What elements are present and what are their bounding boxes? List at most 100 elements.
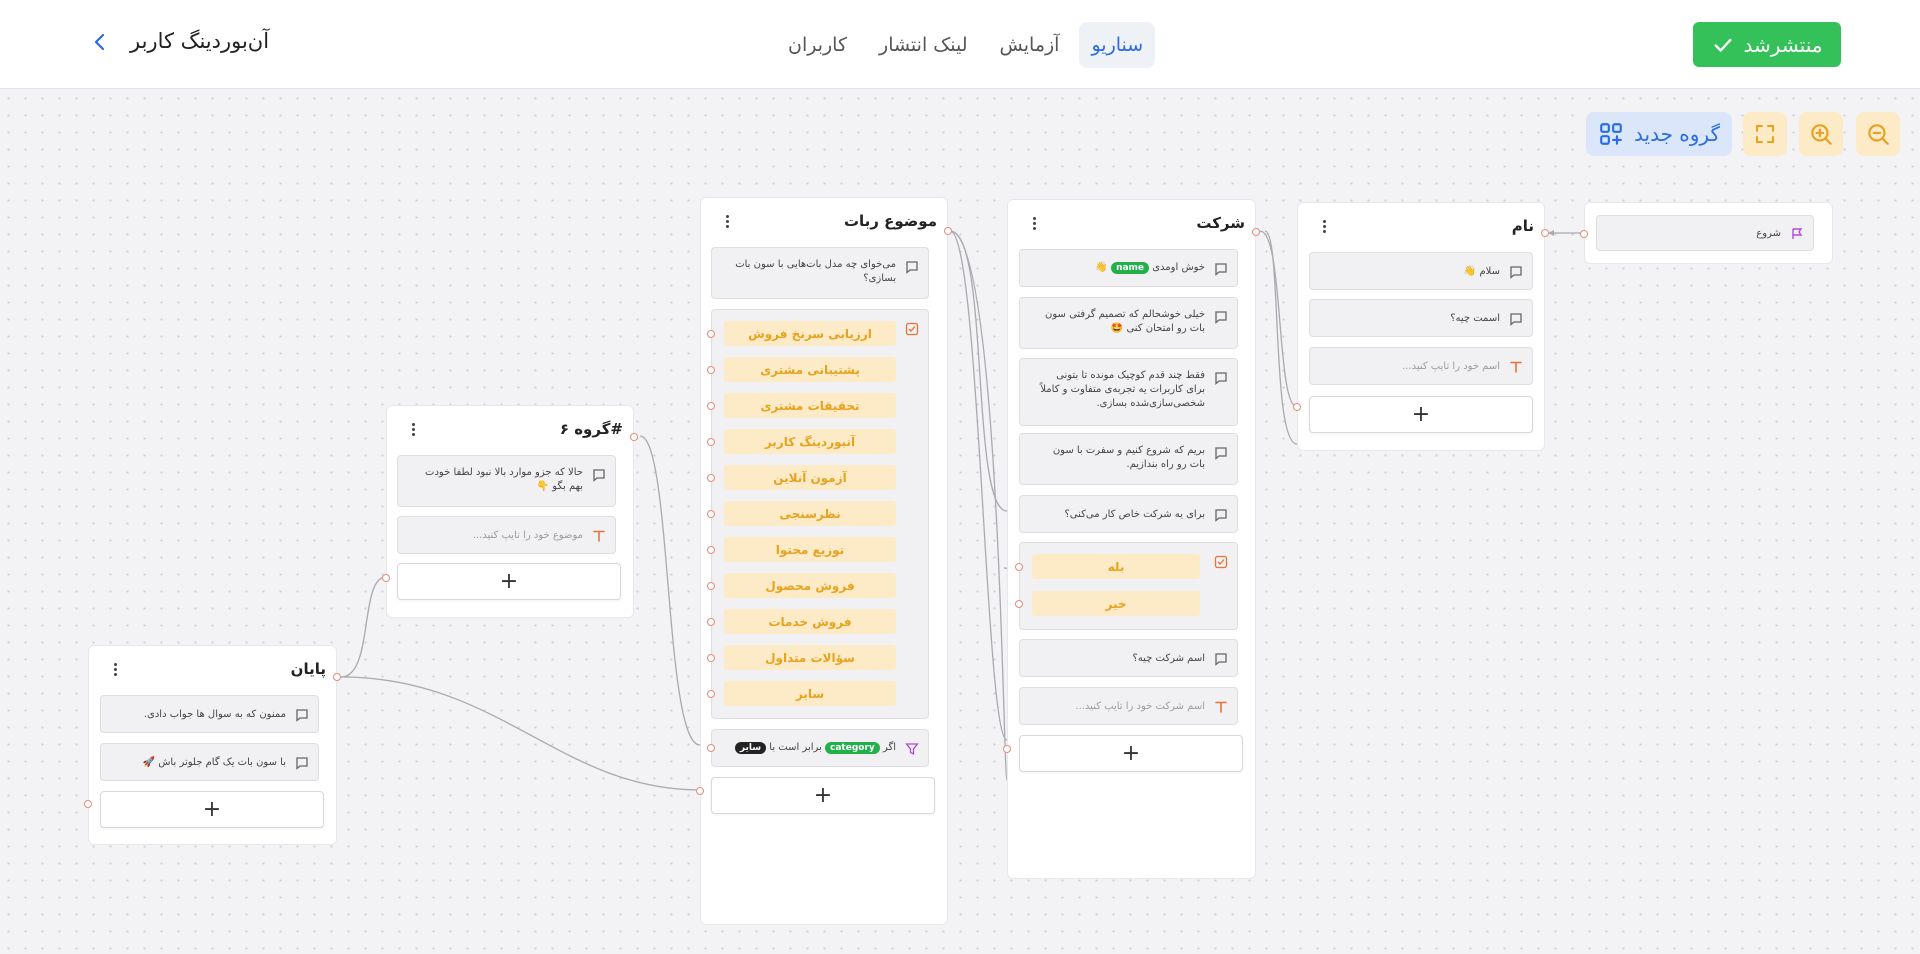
message-text: اسمت چیه؟	[1450, 313, 1500, 324]
choice-item[interactable]: پشتیبانی مشتری	[724, 357, 896, 382]
add-block-button[interactable]: +	[1309, 396, 1533, 433]
message-block[interactable]: بریم که شروع کنیم و سفرت با سون بات رو ر…	[1019, 433, 1238, 485]
input-port[interactable]	[1541, 229, 1549, 237]
output-port[interactable]	[1003, 745, 1011, 753]
message-block[interactable]: با سون بات یک گام جلوتر باش 🚀	[100, 743, 319, 781]
text-input-block[interactable]: اسم خود را تایپ کنید...	[1309, 347, 1533, 385]
choice-item[interactable]: نظرسنجی	[724, 501, 896, 526]
choice-port[interactable]	[707, 474, 715, 482]
condition-block[interactable]: اگر category برابر است با سایر	[707, 729, 929, 767]
choice-block[interactable]: ارزیابی سرنخ فروش پشتیبانی مشتری تحقیقات…	[707, 309, 929, 719]
choice-port[interactable]	[707, 654, 715, 662]
plus-icon: +	[499, 569, 519, 594]
message-block[interactable]: می‌خوای چه مدل بات‌هایی با سون بات بسازی…	[711, 247, 929, 299]
input-port[interactable]	[1252, 228, 1260, 236]
fit-view-button[interactable]	[1743, 112, 1787, 156]
choice-item[interactable]: آزمون آنلاین	[724, 465, 896, 490]
input-port[interactable]	[1293, 403, 1301, 411]
zoom-out-button[interactable]	[1856, 112, 1900, 156]
choice-port[interactable]	[707, 690, 715, 698]
tab-scenario[interactable]: سناریو	[1079, 22, 1156, 68]
message-block[interactable]: ممنون که به سوال ها جواب دادی.	[100, 695, 319, 733]
tab-test[interactable]: آزمایش	[988, 22, 1072, 68]
message-block[interactable]: اسم شرکت چیه؟	[1019, 639, 1238, 677]
add-block-button[interactable]: +	[711, 777, 935, 814]
message-text: حالا که جزو موارد بالا نبود لطفا خودت به…	[425, 467, 583, 492]
text-input-block[interactable]: اسم شرکت خود را تایپ کنید...	[1019, 687, 1238, 725]
message-icon	[1215, 447, 1227, 460]
choice-port[interactable]	[1015, 600, 1023, 608]
choice-item[interactable]: آنبوردینگ کاربر	[724, 429, 896, 454]
group-node-topic[interactable]: موضوع ربات می‌خوای چه مدل بات‌هایی با سو…	[696, 197, 952, 925]
group-node-company[interactable]: شرکت خوش اومدی name 👋 خیلی خوشحالم که تص…	[1003, 199, 1260, 879]
message-block[interactable]: خیلی خوشحالم که تصمیم گرفتی سون بات رو ا…	[1019, 297, 1238, 349]
group-node-end[interactable]: پایان ممنون که به سوال ها جواب دادی. با …	[84, 645, 341, 845]
choice-item[interactable]: فروش محصول	[724, 573, 896, 598]
message-text: خیلی خوشحالم که تصمیم گرفتی سون بات رو ا…	[1045, 309, 1205, 334]
input-port[interactable]	[333, 673, 341, 681]
choice-item[interactable]: سایر	[724, 681, 896, 706]
group-title: شرکت	[1196, 214, 1245, 232]
start-block[interactable]: شروع	[1596, 215, 1814, 251]
message-block[interactable]: اسمت چیه؟	[1309, 299, 1533, 337]
start-node[interactable]: شروع	[1580, 202, 1833, 264]
more-options-icon[interactable]	[403, 418, 423, 440]
choice-port[interactable]	[707, 366, 715, 374]
checkbox-icon	[905, 322, 919, 336]
more-options-icon[interactable]	[1024, 212, 1044, 234]
flag-icon	[1792, 228, 1803, 239]
input-port[interactable]	[630, 433, 638, 441]
choice-port[interactable]	[707, 402, 715, 410]
output-port[interactable]	[696, 787, 704, 795]
output-port[interactable]	[84, 800, 92, 808]
text-input-icon	[1510, 361, 1522, 373]
more-options-icon[interactable]	[1314, 215, 1334, 237]
condition-port[interactable]	[707, 744, 715, 752]
message-icon	[593, 469, 605, 482]
choice-item[interactable]: بله	[1032, 554, 1200, 579]
choice-item[interactable]: تحقیقات مشتری	[724, 393, 896, 418]
choice-port[interactable]	[1015, 563, 1023, 571]
choice-port[interactable]	[707, 438, 715, 446]
text-input-block[interactable]: موضوع خود را تایپ کنید...	[397, 516, 616, 554]
choice-port[interactable]	[707, 510, 715, 518]
condition-operator: برابر است با	[769, 742, 822, 753]
tab-users[interactable]: کاربران	[776, 22, 859, 68]
choice-item[interactable]: توزیع محتوا	[724, 537, 896, 562]
output-port[interactable]	[1580, 230, 1588, 238]
more-options-icon[interactable]	[717, 210, 737, 232]
variable-tag: category	[825, 742, 880, 754]
zoom-in-button[interactable]	[1799, 112, 1843, 156]
tab-publish-link[interactable]: لینک انتشار	[867, 22, 980, 68]
choice-item[interactable]: ارزیابی سرنخ فروش	[724, 321, 896, 346]
message-block[interactable]: خوش اومدی name 👋	[1019, 249, 1238, 287]
choice-port[interactable]	[707, 330, 715, 338]
message-block[interactable]: فقط چند قدم کوچیک مونده تا بتونی برای کا…	[1019, 358, 1238, 426]
chevron-left-icon[interactable]	[88, 30, 112, 54]
choice-port[interactable]	[707, 546, 715, 554]
choice-port[interactable]	[707, 582, 715, 590]
add-block-button[interactable]: +	[397, 563, 621, 600]
welcome-suffix: 👋	[1095, 262, 1108, 273]
new-group-button[interactable]: گروه جدید	[1586, 112, 1732, 156]
publish-label: منتشرشد	[1743, 32, 1823, 57]
message-icon	[1510, 313, 1522, 326]
add-block-button[interactable]: +	[100, 791, 324, 828]
input-port[interactable]	[944, 227, 952, 235]
message-block[interactable]: سلام 👋	[1309, 252, 1533, 290]
output-port[interactable]	[382, 574, 390, 582]
choice-item[interactable]: خیر	[1032, 591, 1200, 616]
message-block[interactable]: حالا که جزو موارد بالا نبود لطفا خودت به…	[397, 455, 616, 507]
more-options-icon[interactable]	[105, 658, 125, 680]
message-icon	[1215, 653, 1227, 666]
choice-item[interactable]: سؤالات متداول	[724, 645, 896, 670]
choice-port[interactable]	[707, 618, 715, 626]
message-block[interactable]: برای یه شرکت خاص کار می‌کنی؟	[1019, 495, 1238, 533]
flow-canvas[interactable]: گروه جدید شروع نام سلام 👋 اسمت چیه؟ اسم …	[0, 90, 1920, 954]
choice-block[interactable]: بله خیر	[1015, 542, 1238, 630]
add-block-button[interactable]: +	[1019, 735, 1243, 772]
group-node-group6[interactable]: #گروه ۶ حالا که جزو موارد بالا نبود لطفا…	[382, 405, 638, 618]
choice-item[interactable]: فروش خدمات	[724, 609, 896, 634]
group-node-name[interactable]: نام سلام 👋 اسمت چیه؟ اسم خود را تایپ کنی…	[1293, 202, 1549, 451]
publish-button[interactable]: منتشرشد	[1693, 22, 1841, 67]
